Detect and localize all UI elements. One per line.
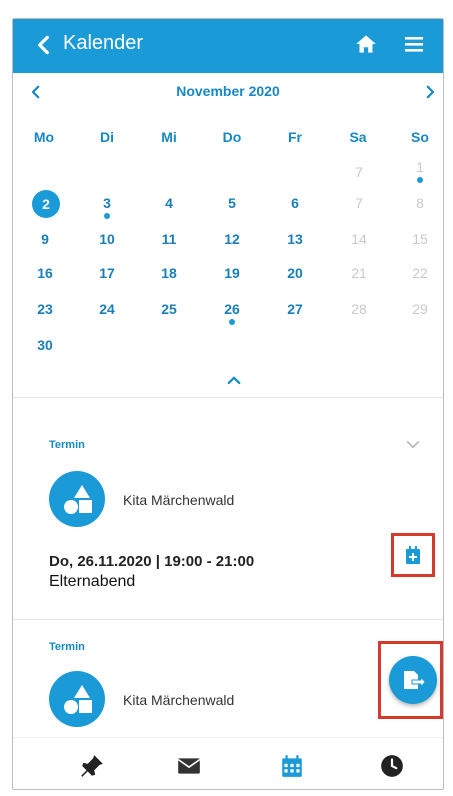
next-month-icon[interactable] — [421, 83, 439, 101]
calendar-day[interactable]: 6 — [275, 195, 315, 211]
month-navigation: November 2020 — [13, 77, 443, 107]
calendar-day[interactable]: 23 — [25, 301, 65, 317]
add-to-calendar-button[interactable] — [391, 533, 435, 577]
calendar-day-selected[interactable]: 2 — [32, 190, 60, 218]
weekday-header: Di — [100, 129, 114, 145]
pin-icon[interactable] — [79, 753, 105, 779]
calendar-day[interactable]: 1 — [400, 159, 440, 175]
calendar-day[interactable]: 4 — [149, 195, 189, 211]
calendar-day[interactable]: 13 — [275, 231, 315, 247]
calendar-day[interactable]: 11 — [149, 231, 189, 247]
calendar-day[interactable]: 18 — [149, 265, 189, 281]
calendar-day[interactable]: 10 — [87, 231, 127, 247]
event-title: Elternabend — [49, 573, 136, 590]
calendar-day[interactable]: 30 — [25, 337, 65, 353]
calendar-day[interactable]: 20 — [275, 265, 315, 281]
calendar-day[interactable]: 25 — [149, 301, 189, 317]
bottom-navigation — [13, 737, 443, 789]
weekday-header: Mo — [33, 129, 55, 145]
event-type-label: Termin — [49, 641, 85, 653]
calendar-day[interactable]: 17 — [87, 265, 127, 281]
weekday-header: Do — [222, 129, 242, 145]
home-icon[interactable] — [353, 31, 379, 57]
calendar-day[interactable]: 28 — [339, 301, 379, 317]
calendar-icon[interactable] — [279, 753, 305, 779]
page-title: Kalender — [63, 32, 144, 54]
section-divider — [13, 619, 443, 620]
calendar-day[interactable]: 29 — [400, 301, 440, 317]
organization-avatar — [49, 671, 105, 727]
weekday-header: So — [411, 129, 429, 145]
highlight-box — [378, 641, 443, 719]
calendar-day[interactable]: 16 — [25, 265, 65, 281]
clock-icon[interactable] — [379, 753, 405, 779]
calendar-day[interactable]: 21 — [339, 265, 379, 281]
calendar-day[interactable]: 8 — [400, 195, 440, 211]
event-datetime: Do, 26.11.2020 | 19:00 - 21:00 — [49, 553, 255, 570]
app-bar: Kalender — [13, 19, 443, 73]
section-divider — [13, 397, 443, 398]
mail-icon[interactable] — [176, 753, 202, 779]
calendar-day[interactable]: 24 — [87, 301, 127, 317]
export-fab-button[interactable] — [389, 656, 437, 704]
document-export-icon — [404, 671, 425, 689]
calendar-day[interactable]: 27 — [275, 301, 315, 317]
event-indicator-dot — [229, 319, 235, 325]
menu-icon[interactable] — [402, 32, 426, 56]
back-arrow-icon[interactable] — [31, 32, 57, 58]
organization-name: Kita Märchenwald — [123, 492, 235, 508]
calendar-day[interactable]: 5 — [212, 195, 252, 211]
collapse-calendar-icon[interactable] — [225, 373, 243, 387]
calendar-day[interactable]: 15 — [400, 231, 440, 247]
calendar-day[interactable]: 7 — [339, 195, 379, 211]
event-indicator-dot — [417, 177, 423, 183]
shapes-icon — [64, 685, 92, 714]
calendar-day[interactable]: 19 — [212, 265, 252, 281]
app-frame: Kalender November 2020 Mo Di Mi Do Fr Sa… — [12, 18, 444, 790]
weekday-header: Fr — [288, 129, 302, 145]
shapes-icon — [64, 485, 92, 514]
event-indicator-dot — [104, 213, 110, 219]
organization-name: Kita Märchenwald — [123, 692, 235, 708]
calendar-day[interactable]: 22 — [400, 265, 440, 281]
organization-avatar — [49, 471, 105, 527]
calendar-day[interactable]: 14 — [339, 231, 379, 247]
month-label[interactable]: November 2020 — [13, 83, 443, 99]
calendar-day[interactable]: 26 — [212, 301, 252, 317]
event-type-label: Termin — [49, 439, 85, 451]
calendar-day[interactable]: 9 — [25, 231, 65, 247]
calendar-day[interactable]: 7 — [339, 164, 379, 180]
calendar-add-icon — [406, 546, 420, 564]
chevron-down-icon[interactable] — [404, 439, 422, 451]
weekday-header: Mi — [161, 129, 177, 145]
weekday-header: Sa — [349, 129, 367, 145]
calendar-day[interactable]: 12 — [212, 231, 252, 247]
calendar-day[interactable]: 3 — [87, 195, 127, 211]
